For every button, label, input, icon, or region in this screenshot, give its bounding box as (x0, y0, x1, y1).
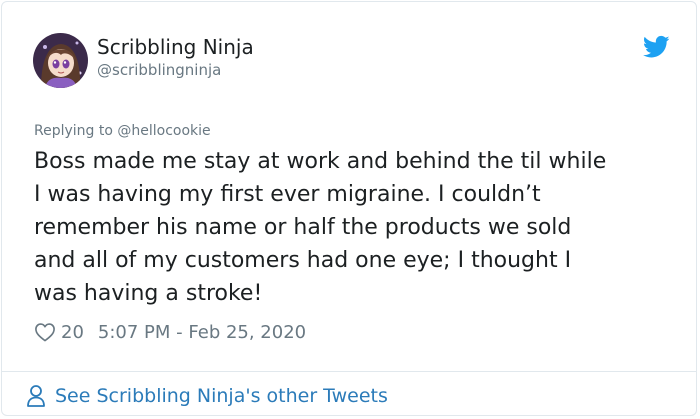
tweet-text: Boss made me stay at work and behind the… (34, 145, 674, 310)
see-other-tweets-label: See Scribbling Ninja's other Tweets (55, 385, 388, 407)
reply-to-link[interactable]: @hellocookie (117, 123, 210, 139)
tweet-card: Scribbling Ninja @scribblingninja Replyi… (1, 1, 697, 416)
divider (2, 371, 696, 372)
author-name[interactable]: Scribbling Ninja (97, 35, 254, 59)
heart-icon[interactable] (34, 322, 56, 342)
timestamp[interactable]: 5:07 PM - Feb 25, 2020 (98, 322, 306, 343)
like-count[interactable]: 20 (61, 322, 84, 343)
tweet-line: was having a stroke! (34, 281, 263, 306)
anime-girl-avatar-icon (33, 33, 88, 88)
tweet-meta: 20 5:07 PM - Feb 25, 2020 (34, 320, 306, 344)
tweet-line: Boss made me stay at work and behind the… (34, 149, 607, 174)
reply-context: Replying to @hellocookie (34, 123, 211, 139)
avatar[interactable] (33, 33, 88, 88)
reply-prefix: Replying to (34, 123, 118, 139)
tweet-line: remember his name or half the products w… (34, 215, 572, 240)
person-icon (27, 385, 45, 407)
tweet-line: I was having my first ever migraine. I c… (34, 182, 541, 207)
tweet-line: and all of my customers had one eye; I t… (34, 248, 572, 273)
see-other-tweets-link[interactable]: See Scribbling Ninja's other Tweets (26, 383, 388, 409)
twitter-bird-icon[interactable] (643, 35, 670, 59)
author-handle[interactable]: @scribblingninja (97, 61, 221, 79)
